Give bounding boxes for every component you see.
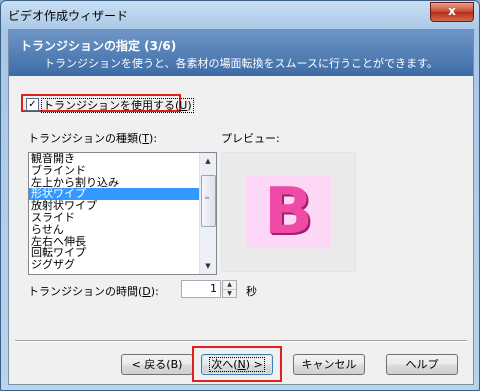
list-item[interactable]: らせん	[29, 223, 216, 236]
button-separator	[15, 340, 467, 342]
preview-image: B	[246, 176, 331, 248]
wizard-window: ビデオ作成ウィザード x トランジションの指定 (3/6) トランジションを使う…	[0, 0, 480, 391]
transition-type-label: トランジションの種類(T):	[28, 132, 158, 145]
use-transition-checkbox-highlight: ✓ トランジションを使用する(U)	[21, 94, 194, 113]
grip-icon: ═	[205, 194, 210, 202]
next-button[interactable]: 次へ(N) >	[201, 354, 273, 375]
scroll-down-icon[interactable]: ▼	[200, 258, 216, 274]
list-scrollbar[interactable]: ▲ ═ ▼	[199, 153, 216, 274]
duration-unit: 秒	[246, 285, 257, 298]
window-title: ビデオ作成ウィザード	[8, 9, 129, 23]
scroll-up-icon[interactable]: ▲	[200, 153, 216, 169]
use-transition-label[interactable]: トランジションを使用する(U)	[41, 97, 194, 113]
step-description: トランジションを使うと、各素材の場面転換をスムースに行うことができます。	[44, 57, 438, 70]
transition-list-items: 観音開き ブラインド 左上から割り込み 形状ワイプ 放射状ワイプ スライド らせん 左右へ伸長…	[29, 153, 216, 271]
scroll-thumb[interactable]: ═	[201, 175, 216, 227]
title-bar[interactable]: ビデオ作成ウィザード x	[1, 1, 479, 29]
preview-label: プレビュー:	[221, 132, 280, 145]
close-button[interactable]: x	[430, 2, 474, 22]
step-title: トランジションの指定 (3/6)	[20, 39, 177, 53]
wizard-header: トランジションの指定 (3/6) トランジションを使うと、各素材の場面転換をスム…	[9, 30, 473, 76]
transition-type-list[interactable]: 観音開き ブラインド 左上から割り込み 形状ワイプ 放射状ワイプ スライド らせん 左右へ伸長…	[28, 152, 217, 275]
duration-spinner[interactable]: ▲ ▼	[222, 280, 237, 298]
duration-label: トランジションの時間(D):	[28, 285, 159, 298]
use-transition-checkbox[interactable]: ✓	[26, 98, 39, 111]
help-button[interactable]: ヘルプ	[386, 354, 458, 375]
close-icon: x	[448, 4, 456, 18]
list-item[interactable]: スライド	[29, 212, 216, 224]
wizard-client-area: トランジションの指定 (3/6) トランジションを使うと、各素材の場面転換をスム…	[8, 29, 474, 385]
back-button[interactable]: < 戻る(B)	[121, 354, 193, 375]
duration-input[interactable]: 1	[181, 280, 221, 298]
preview-letter: B	[264, 175, 313, 249]
list-item[interactable]: ブラインド	[29, 164, 216, 177]
checkmark-icon: ✓	[28, 99, 37, 110]
list-item[interactable]: ジグザグ	[29, 259, 216, 271]
transition-preview: B	[221, 152, 356, 272]
cancel-button[interactable]: キャンセル	[293, 354, 365, 375]
spin-down-icon[interactable]: ▼	[223, 290, 236, 298]
spin-up-icon[interactable]: ▲	[223, 281, 236, 290]
